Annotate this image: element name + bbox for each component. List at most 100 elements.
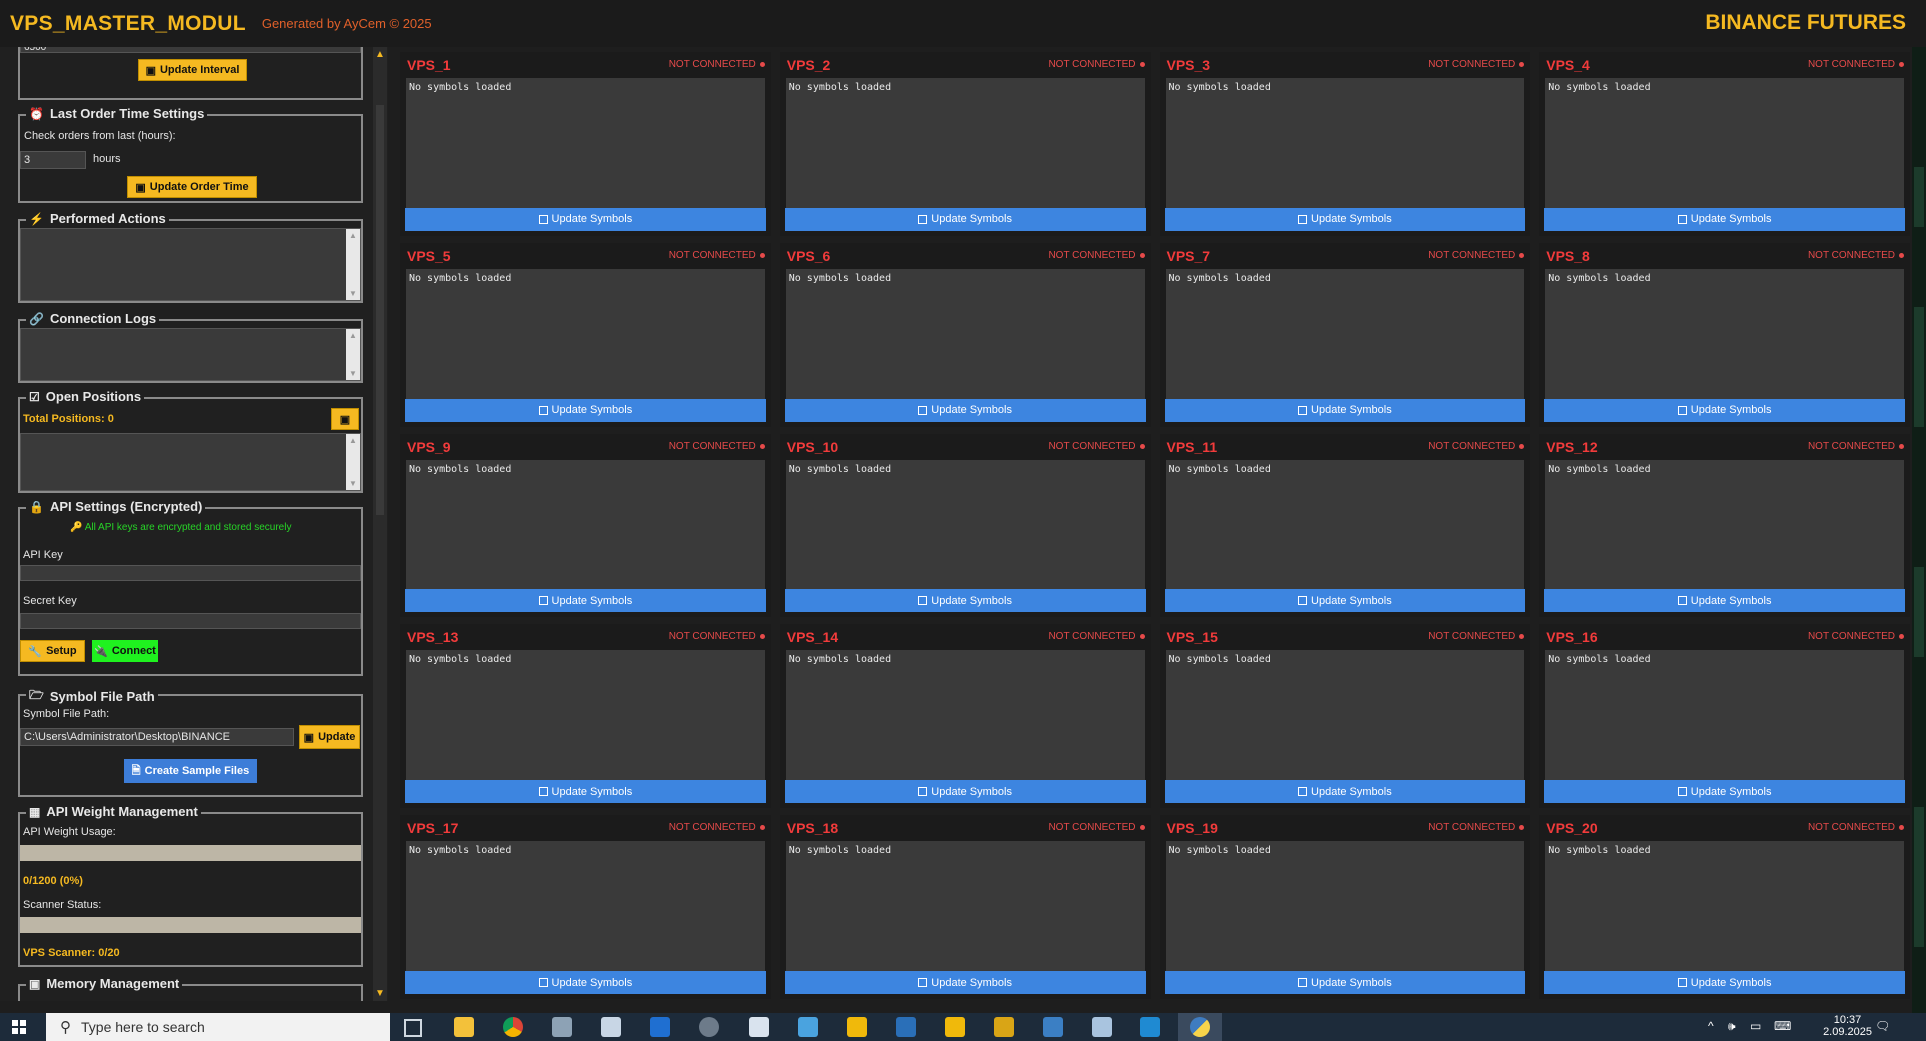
vps-symbols-area[interactable]: No symbols loaded [1165,650,1525,781]
vps-symbols-area[interactable]: No symbols loaded [1545,78,1904,208]
vps-symbols-area[interactable]: No symbols loaded [1545,650,1904,781]
system-clock[interactable]: 10:37 2.09.2025 [1823,1014,1872,1038]
binance-app-icon-1[interactable] [847,1017,867,1037]
windows-start-icon[interactable] [12,1020,26,1034]
python-icon[interactable] [1190,1017,1210,1037]
notification-icon[interactable]: 🗨 [1875,1019,1890,1033]
vps-symbols-area[interactable]: No symbols loaded [785,841,1145,971]
update-symbols-button[interactable]: Update Symbols [784,398,1146,422]
update-symbols-button[interactable]: Update Symbols [784,207,1146,231]
update-symbols-button[interactable]: Update Symbols [1164,971,1526,994]
performed-actions-scrollbar[interactable]: ▲ ▼ [346,229,360,300]
left-panel-scrollbar[interactable]: ▲ ▼ [373,47,387,1001]
symbol-path-input[interactable]: C:\Users\Administrator\Desktop\BINANCE [20,728,294,746]
save-icon [918,787,928,797]
vps-card-header: VPS_19 NOT CONNECTED [1160,815,1531,841]
vps-symbols-area[interactable]: No symbols loaded [406,78,765,208]
update-symbols-button[interactable]: Update Symbols [1544,207,1905,231]
vps-symbols-area[interactable]: No symbols loaded [406,650,765,781]
performed-actions-textarea[interactable]: ▲ ▼ [20,228,361,301]
vscode-icon[interactable] [1140,1017,1160,1037]
update-path-button[interactable]: ▣ Update [299,725,360,749]
app-icon-3[interactable] [552,1017,572,1037]
vps-symbols-area[interactable]: No symbols loaded [1165,268,1525,399]
vps-symbols-area[interactable]: No symbols loaded [785,268,1145,399]
vps-symbols-area[interactable]: No symbols loaded [1545,841,1904,971]
secret-key-input[interactable] [20,613,361,629]
update-symbols-button[interactable]: Update Symbols [405,398,766,422]
update-symbols-button[interactable]: Update Symbols [784,971,1146,994]
status-dot-icon [1519,825,1525,831]
connection-logs-scrollbar[interactable]: ▲ ▼ [346,329,360,380]
connection-logs-textarea[interactable]: ▲ ▼ [20,328,361,381]
vps-symbols-area[interactable]: No symbols loaded [406,841,765,971]
notepad-icon[interactable] [601,1017,621,1037]
create-sample-files-button[interactable]: 🗎 Create Sample Files [124,759,257,783]
vps-symbols-area[interactable]: No symbols loaded [406,268,765,399]
vps-empty-text: No symbols loaded [409,845,512,857]
update-symbols-button[interactable]: Update Symbols [1164,780,1526,804]
update-symbols-button[interactable]: Update Symbols [1164,589,1526,613]
app-icon-7[interactable] [749,1017,769,1037]
save-icon [1298,405,1308,415]
api-key-input[interactable] [20,565,361,581]
update-symbols-label: Update Symbols [931,976,1012,989]
update-symbols-button[interactable]: Update Symbols [784,589,1146,613]
desktop-edge [1912,47,1926,1013]
refresh-positions-button[interactable]: ▣ [331,408,359,430]
vps-name: VPS_20 [1546,820,1598,837]
vps-symbols-area[interactable]: No symbols loaded [1545,268,1904,399]
task-view-icon[interactable] [404,1019,422,1037]
vps-status: NOT CONNECTED [1808,250,1904,261]
update-symbols-button[interactable]: Update Symbols [1544,971,1905,994]
vps-empty-text: No symbols loaded [1548,463,1651,475]
vps-symbols-area[interactable]: No symbols loaded [1545,459,1904,590]
scroll-up-icon[interactable]: ▲ [375,49,385,60]
update-symbols-button[interactable]: Update Symbols [1544,589,1905,613]
defender-icon[interactable] [650,1017,670,1037]
update-symbols-button[interactable]: Update Symbols [1544,780,1905,804]
update-symbols-button[interactable]: Update Symbols [1164,398,1526,422]
scroll-down-icon[interactable]: ▼ [375,988,385,999]
status-dot-icon [1139,825,1145,831]
setup-button[interactable]: 🔧 Setup [20,640,85,662]
order-hours-input[interactable]: 3 [20,151,86,169]
vps-symbols-area[interactable]: No symbols loaded [1165,459,1525,590]
app-icon-13[interactable] [1043,1017,1063,1037]
network-icon[interactable]: ▭ [1750,1019,1761,1033]
taskbar-search[interactable]: ⚲ Type here to search [46,1013,390,1041]
open-positions-textarea[interactable]: ▲ ▼ [20,433,361,491]
language-icon[interactable]: ⌨ [1774,1019,1791,1033]
update-symbols-button[interactable]: Update Symbols [405,971,766,994]
update-order-time-button[interactable]: ▣ Update Order Time [127,176,257,198]
update-symbols-button[interactable]: Update Symbols [784,780,1146,804]
vps-symbols-area[interactable]: No symbols loaded [406,459,765,590]
update-symbols-button[interactable]: Update Symbols [1164,207,1526,231]
binance-app-icon-2[interactable] [945,1017,965,1037]
update-symbols-button[interactable]: Update Symbols [405,207,766,231]
vps-symbols-area[interactable]: No symbols loaded [785,459,1145,590]
volume-icon[interactable]: 🕪 [1728,1019,1736,1034]
app-icon-8[interactable] [798,1017,818,1037]
vps-symbols-area[interactable]: No symbols loaded [785,78,1145,208]
app-icon-14[interactable] [1092,1017,1112,1037]
app-icon-10[interactable] [896,1017,916,1037]
connect-button[interactable]: 🔌 Connect [92,640,158,662]
tray-chevron-icon[interactable]: ^ [1708,1019,1714,1033]
vps-symbols-area[interactable]: No symbols loaded [785,650,1145,781]
vps-name: VPS_2 [786,57,831,73]
open-positions-scrollbar[interactable]: ▲ ▼ [346,434,360,490]
update-symbols-button[interactable]: Update Symbols [405,780,766,804]
update-symbols-button[interactable]: Update Symbols [1544,398,1905,422]
scrollbar-thumb[interactable] [376,105,384,515]
vps-symbols-area[interactable]: No symbols loaded [1165,841,1525,971]
vps-symbols-area[interactable]: No symbols loaded [1165,78,1525,208]
file-explorer-icon[interactable] [454,1017,474,1037]
settings-gear-icon[interactable] [699,1017,719,1037]
update-symbols-button[interactable]: Update Symbols [405,589,766,613]
chrome-icon[interactable] [503,1017,523,1037]
update-symbols-label: Update Symbols [1311,213,1392,226]
interval-input[interactable]: 6500 [20,47,361,53]
binance-app-icon-3[interactable] [994,1017,1014,1037]
update-interval-button[interactable]: ▣ Update Interval [138,59,247,81]
